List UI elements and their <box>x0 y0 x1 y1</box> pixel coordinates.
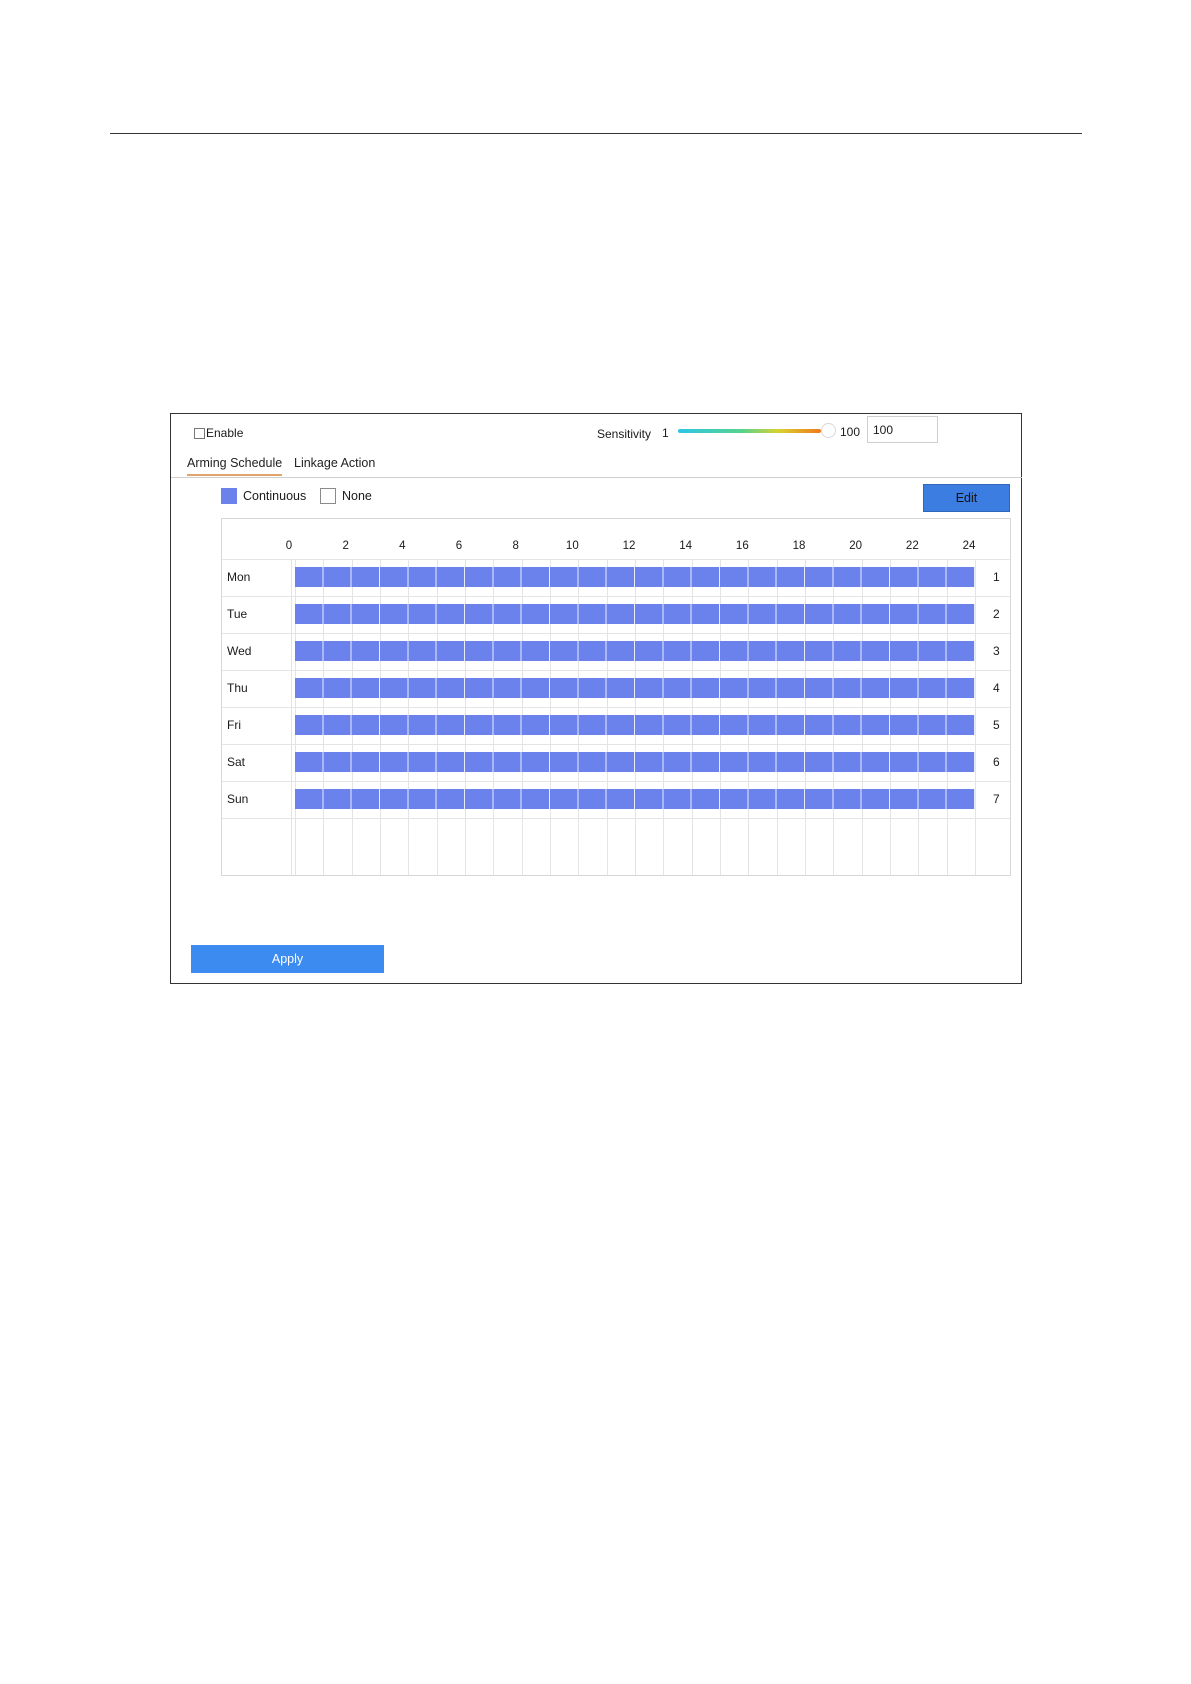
grid-row-line <box>222 744 1010 745</box>
grid-row-line <box>222 707 1010 708</box>
sensitivity-slider-handle[interactable] <box>821 423 836 438</box>
enable-checkbox[interactable] <box>194 427 205 439</box>
schedule-bar-fri[interactable] <box>295 715 975 735</box>
day-label: Fri <box>227 718 241 732</box>
hour-label: 8 <box>512 540 519 552</box>
edit-button[interactable]: Edit <box>923 484 1010 512</box>
grid-column-line <box>291 559 292 875</box>
continuous-label: Continuous <box>243 489 307 503</box>
schedule-bar-wed[interactable] <box>295 641 975 661</box>
hour-label: 0 <box>285 540 293 552</box>
none-swatch[interactable] <box>320 488 336 504</box>
hour-label: 10 <box>565 540 579 552</box>
grid-row-line <box>222 596 1010 597</box>
grid-column-line <box>975 559 976 875</box>
tab-linkage-action[interactable]: Linkage Action <box>294 456 375 470</box>
hour-label: 20 <box>849 540 863 552</box>
legend-none[interactable]: None <box>320 488 372 504</box>
grid-row-line <box>222 670 1010 671</box>
hour-label: 18 <box>792 540 806 552</box>
schedule-bar-mon[interactable] <box>295 567 975 587</box>
grid-row-line <box>222 818 1010 819</box>
hour-label: 4 <box>399 540 406 552</box>
apply-button[interactable]: Apply <box>191 945 384 973</box>
day-number: 5 <box>993 718 1000 732</box>
hour-label: 14 <box>679 540 693 552</box>
sensitivity-value-input[interactable] <box>867 416 938 443</box>
sensitivity-min-label: 1 <box>662 426 669 440</box>
sensitivity-slider-track[interactable] <box>678 429 821 433</box>
day-number: 7 <box>993 792 1000 806</box>
day-number: 1 <box>993 570 1000 584</box>
schedule-bar-tue[interactable] <box>295 604 975 624</box>
sensitivity-max-label: 100 <box>840 425 861 439</box>
day-label: Tue <box>227 607 248 621</box>
continuous-swatch[interactable] <box>221 488 237 504</box>
sensitivity-label: Sensitivity <box>597 427 652 441</box>
page-top-rule <box>110 133 1082 134</box>
hour-label: 6 <box>455 540 463 552</box>
day-label: Sat <box>227 755 246 769</box>
schedule-bar-thu[interactable] <box>295 678 975 698</box>
hour-label: 2 <box>342 540 349 552</box>
grid-row-line <box>222 781 1010 782</box>
day-number: 6 <box>993 755 1000 769</box>
tab-bar: Arming Schedule Linkage Action <box>171 453 1022 478</box>
day-label: Mon <box>227 570 251 584</box>
schedule-bar-sat[interactable] <box>295 752 975 772</box>
day-number: 3 <box>993 644 1000 658</box>
enable-label: Enable <box>206 426 244 440</box>
day-label: Thu <box>227 681 248 695</box>
hour-label: 22 <box>905 540 919 552</box>
day-label: Sun <box>227 792 249 806</box>
schedule-grid: 0 2 4 6 8 10 12 14 16 18 20 22 24 Mon 1 Tue 2 Wed 3 Thu 4 Fri… <box>221 518 1011 876</box>
schedule-bar-sun[interactable] <box>295 789 975 809</box>
none-label: None <box>342 489 372 503</box>
grid-row-line <box>222 559 1010 560</box>
hour-label: 12 <box>622 540 636 552</box>
motion-settings-panel: Enable Sensitivity 1 100 Arming Schedule… <box>170 413 1022 984</box>
day-number: 2 <box>993 607 1000 621</box>
grid-row-line <box>222 633 1010 634</box>
enable-toggle[interactable]: Enable <box>194 426 243 440</box>
day-label: Wed <box>227 644 252 658</box>
legend-continuous[interactable]: Continuous <box>221 488 306 504</box>
tab-arming-schedule[interactable]: Arming Schedule <box>187 456 283 476</box>
hour-label: 24 <box>962 540 976 552</box>
day-number: 4 <box>993 681 1000 695</box>
hour-label: 16 <box>735 540 749 552</box>
